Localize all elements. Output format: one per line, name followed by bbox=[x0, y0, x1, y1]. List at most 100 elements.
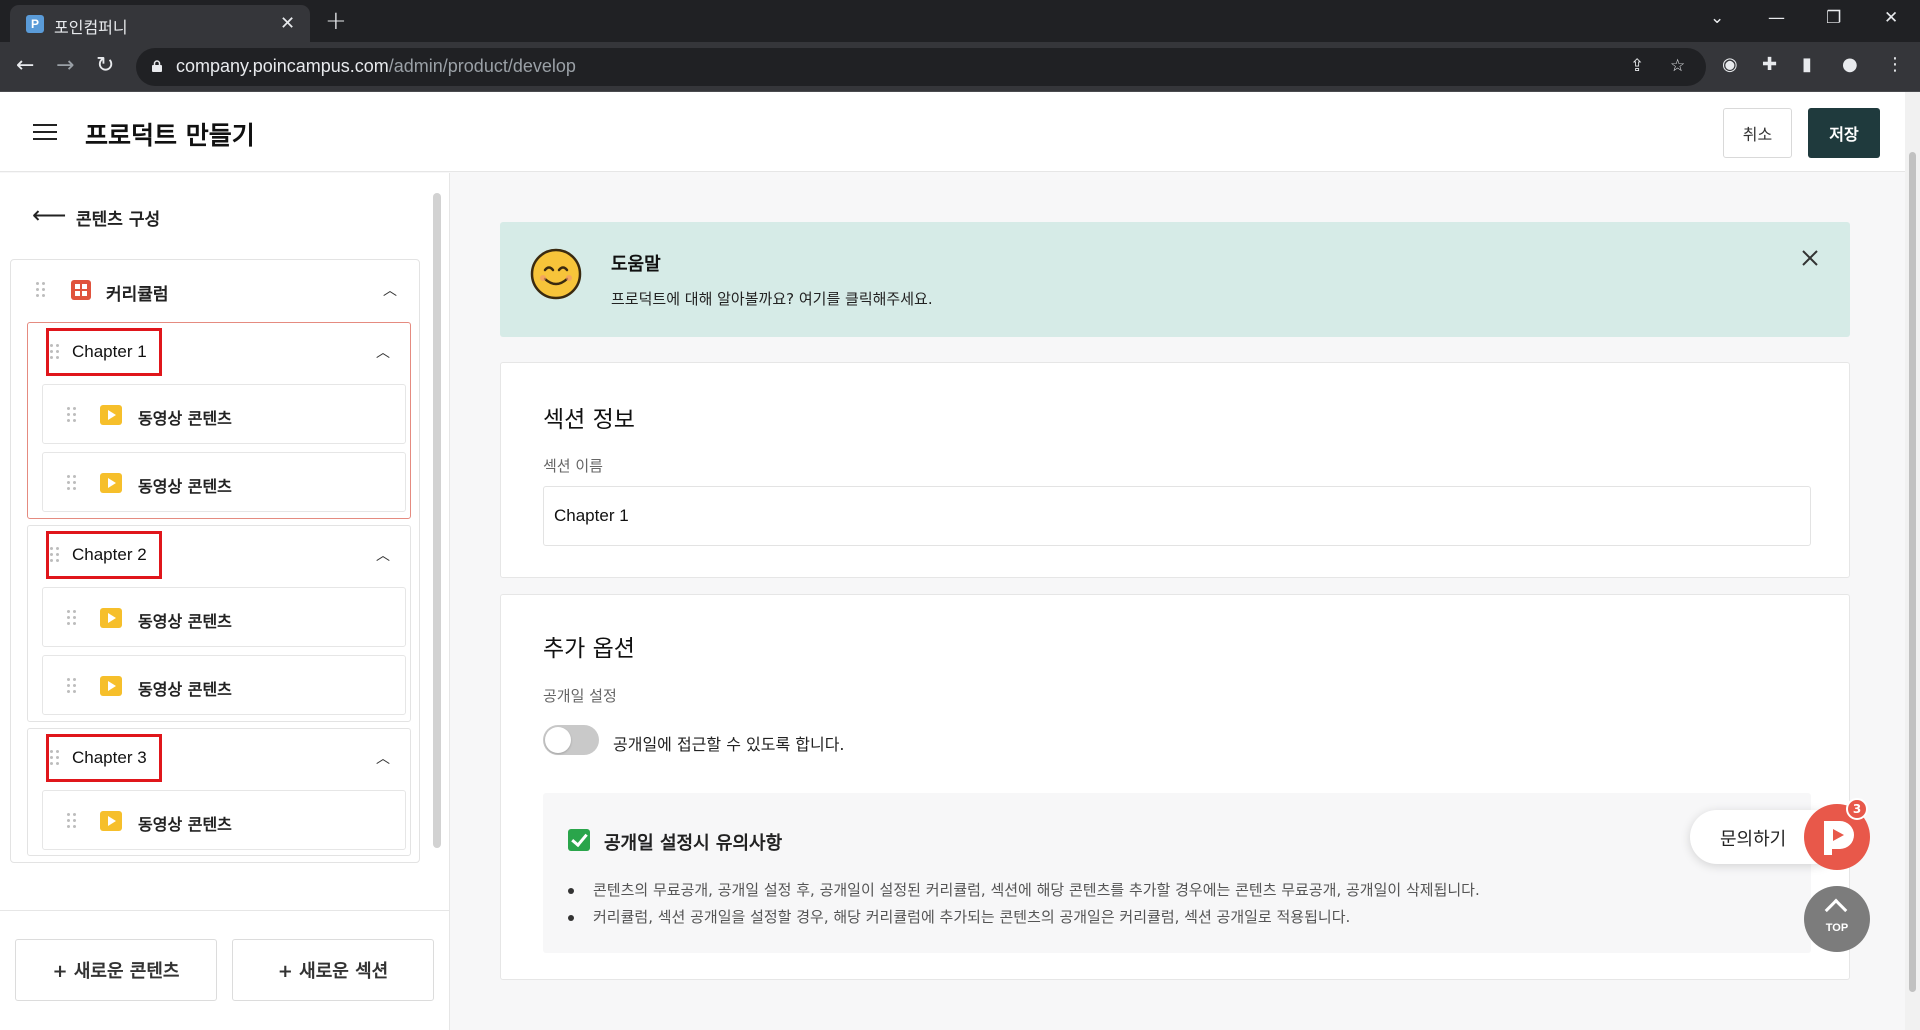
chapter-header[interactable]: Chapter 2 ︿ bbox=[28, 526, 410, 584]
browser-tab-bar: P 포인컴퍼니 ✕ + ⌄ — ❐ ✕ bbox=[0, 0, 1920, 42]
content-item[interactable]: 동영상 콘텐츠 bbox=[42, 655, 406, 715]
cancel-button[interactable]: 취소 bbox=[1723, 108, 1792, 158]
tab-close-icon[interactable]: ✕ bbox=[280, 13, 295, 34]
notice-list: 콘텐츠의 무료공개, 공개일 설정 후, 공개일이 설정된 커리큘럼, 섹션에 … bbox=[568, 877, 1480, 931]
play-icon bbox=[100, 608, 122, 628]
toggle-knob bbox=[545, 727, 571, 753]
help-text[interactable]: 프로덕트에 대해 알아볼까요? 여기를 클릭해주세요. bbox=[611, 288, 933, 309]
extensions-icon[interactable]: ✚ bbox=[1762, 54, 1777, 75]
close-icon[interactable] bbox=[1800, 248, 1820, 268]
notice-box: 공개일 설정시 유의사항 콘텐츠의 무료공개, 공개일 설정 후, 공개일이 설… bbox=[543, 793, 1811, 953]
help-title: 도움말 bbox=[611, 254, 661, 275]
tab-search-icon[interactable]: ⌄ bbox=[1710, 8, 1724, 28]
chapter-3[interactable]: Chapter 3 ︿ 동영상 콘텐츠 bbox=[27, 728, 411, 856]
page-scrollbar-thumb[interactable] bbox=[1909, 152, 1916, 992]
reload-icon[interactable]: ↻ bbox=[96, 53, 114, 78]
top-label: TOP bbox=[1825, 922, 1849, 934]
chevron-up-icon bbox=[1824, 898, 1848, 922]
panel-scrollbar[interactable] bbox=[433, 193, 441, 848]
play-icon bbox=[100, 405, 122, 425]
content-label: 동영상 콘텐츠 bbox=[138, 477, 232, 496]
scroll-top-button[interactable]: TOP bbox=[1804, 886, 1870, 952]
new-section-button[interactable]: + 새로운 섹션 bbox=[232, 939, 434, 1001]
page-scrollbar[interactable] bbox=[1905, 92, 1920, 1030]
chevron-up-icon[interactable]: ︿ bbox=[376, 748, 390, 768]
curriculum-label: 커리큘럼 bbox=[106, 285, 169, 305]
restore-icon[interactable]: ❐ bbox=[1826, 8, 1841, 28]
drag-handle-icon[interactable] bbox=[67, 813, 77, 829]
save-button[interactable]: 저장 bbox=[1808, 108, 1880, 158]
help-banner[interactable]: 도움말 프로덕트에 대해 알아볼까요? 여기를 클릭해주세요. bbox=[500, 222, 1850, 337]
drag-handle-icon[interactable] bbox=[67, 475, 77, 491]
content-item[interactable]: 동영상 콘텐츠 bbox=[42, 384, 406, 444]
browser-menu-icon[interactable]: ⋮ bbox=[1886, 54, 1904, 75]
play-icon bbox=[100, 811, 122, 831]
drag-handle-icon[interactable] bbox=[50, 344, 60, 360]
publish-date-label: 공개일 설정 bbox=[543, 687, 617, 705]
drag-handle-icon[interactable] bbox=[50, 750, 60, 766]
content-item[interactable]: 동영상 콘텐츠 bbox=[42, 790, 406, 850]
new-tab-icon[interactable]: + bbox=[325, 6, 347, 36]
lock-icon bbox=[152, 60, 162, 72]
content-label: 동영상 콘텐츠 bbox=[138, 680, 232, 699]
content-label: 동영상 콘텐츠 bbox=[138, 409, 232, 428]
curriculum-row[interactable]: 커리큘럼 ︿ bbox=[11, 260, 419, 320]
notice-title: 공개일 설정시 유의사항 bbox=[604, 833, 783, 854]
new-content-button[interactable]: + 새로운 콘텐츠 bbox=[15, 939, 217, 1001]
play-icon bbox=[100, 676, 122, 696]
address-bar[interactable]: company.poincampus.com/admin/product/dev… bbox=[136, 48, 1706, 86]
panel-footer: + 새로운 콘텐츠 + 새로운 섹션 bbox=[0, 910, 449, 1030]
back-nav-icon[interactable]: ← bbox=[16, 53, 34, 78]
notice-item: 커리큘럼, 섹션 공개일을 설정할 경우, 해당 커리큘럼에 추가되는 콘텐츠의… bbox=[568, 904, 1480, 931]
checkbox-checked-icon bbox=[568, 829, 590, 851]
play-icon bbox=[100, 473, 122, 493]
page-title: 프로덕트 만들기 bbox=[85, 121, 255, 150]
drag-handle-icon[interactable] bbox=[36, 282, 46, 298]
bookmark-star-icon[interactable]: ☆ bbox=[1670, 56, 1685, 76]
drag-handle-icon[interactable] bbox=[67, 610, 77, 626]
minimize-icon[interactable]: — bbox=[1768, 8, 1785, 28]
drag-handle-icon[interactable] bbox=[67, 407, 77, 423]
window-close-icon[interactable]: ✕ bbox=[1884, 8, 1898, 28]
app-header: 프로덕트 만들기 취소 저장 bbox=[0, 92, 1905, 172]
forward-nav-icon[interactable]: → bbox=[56, 53, 74, 78]
inquiry-label: 문의하기 bbox=[1720, 829, 1787, 850]
camera-icon[interactable]: ◉ bbox=[1722, 54, 1738, 75]
section-name-label: 섹션 이름 bbox=[543, 457, 603, 475]
chapter-header[interactable]: Chapter 1 ︿ bbox=[28, 323, 410, 381]
content-label: 동영상 콘텐츠 bbox=[138, 612, 232, 631]
chevron-up-icon[interactable]: ︿ bbox=[376, 342, 390, 362]
drag-handle-icon[interactable] bbox=[67, 678, 77, 694]
arrow-left-icon[interactable]: ⟵ bbox=[32, 203, 66, 227]
chapter-header[interactable]: Chapter 3 ︿ bbox=[28, 729, 410, 787]
url-text: company.poincampus.com/admin/product/dev… bbox=[176, 56, 576, 76]
chapter-label: Chapter 3 bbox=[72, 748, 147, 767]
content-structure-panel: ⟵ 콘텐츠 구성 커리큘럼 ︿ Chapter 1 ︿ 동영상 콘텐츠 동영상 … bbox=[0, 173, 450, 1030]
chapter-2[interactable]: Chapter 2 ︿ 동영상 콘텐츠 동영상 콘텐츠 bbox=[27, 525, 411, 722]
section-name-input[interactable] bbox=[543, 486, 1811, 546]
hamburger-icon[interactable] bbox=[33, 124, 57, 142]
chapter-1[interactable]: Chapter 1 ︿ 동영상 콘텐츠 동영상 콘텐츠 bbox=[27, 322, 411, 519]
smiley-icon bbox=[530, 248, 582, 300]
content-item[interactable]: 동영상 콘텐츠 bbox=[42, 452, 406, 512]
curriculum-tree: 커리큘럼 ︿ Chapter 1 ︿ 동영상 콘텐츠 동영상 콘텐츠 Chapt… bbox=[10, 259, 420, 863]
notification-badge: 3 bbox=[1846, 798, 1868, 820]
panel-title: 콘텐츠 구성 bbox=[76, 210, 161, 230]
browser-tab[interactable]: P 포인컴퍼니 ✕ bbox=[10, 5, 310, 42]
notice-item: 콘텐츠의 무료공개, 공개일 설정 후, 공개일이 설정된 커리큘럼, 섹션에 … bbox=[568, 877, 1480, 904]
share-icon[interactable]: ⇪ bbox=[1630, 56, 1644, 76]
extra-options-title: 추가 옵션 bbox=[543, 636, 635, 662]
section-info-card: 섹션 정보 섹션 이름 bbox=[500, 362, 1850, 578]
side-panel-icon[interactable]: ▮ bbox=[1802, 54, 1812, 75]
profile-icon[interactable]: ● bbox=[1842, 54, 1858, 75]
content-item[interactable]: 동영상 콘텐츠 bbox=[42, 587, 406, 647]
content-label: 동영상 콘텐츠 bbox=[138, 815, 232, 834]
grid-icon bbox=[71, 280, 91, 300]
publish-date-toggle[interactable] bbox=[543, 725, 599, 755]
drag-handle-icon[interactable] bbox=[50, 547, 60, 563]
favicon-icon: P bbox=[26, 15, 44, 33]
extra-options-card: 추가 옵션 공개일 설정 공개일에 접근할 수 있도록 합니다. 공개일 설정시… bbox=[500, 594, 1850, 980]
chevron-up-icon[interactable]: ︿ bbox=[383, 280, 397, 300]
poin-logo-icon bbox=[1824, 821, 1854, 855]
chevron-up-icon[interactable]: ︿ bbox=[376, 545, 390, 565]
